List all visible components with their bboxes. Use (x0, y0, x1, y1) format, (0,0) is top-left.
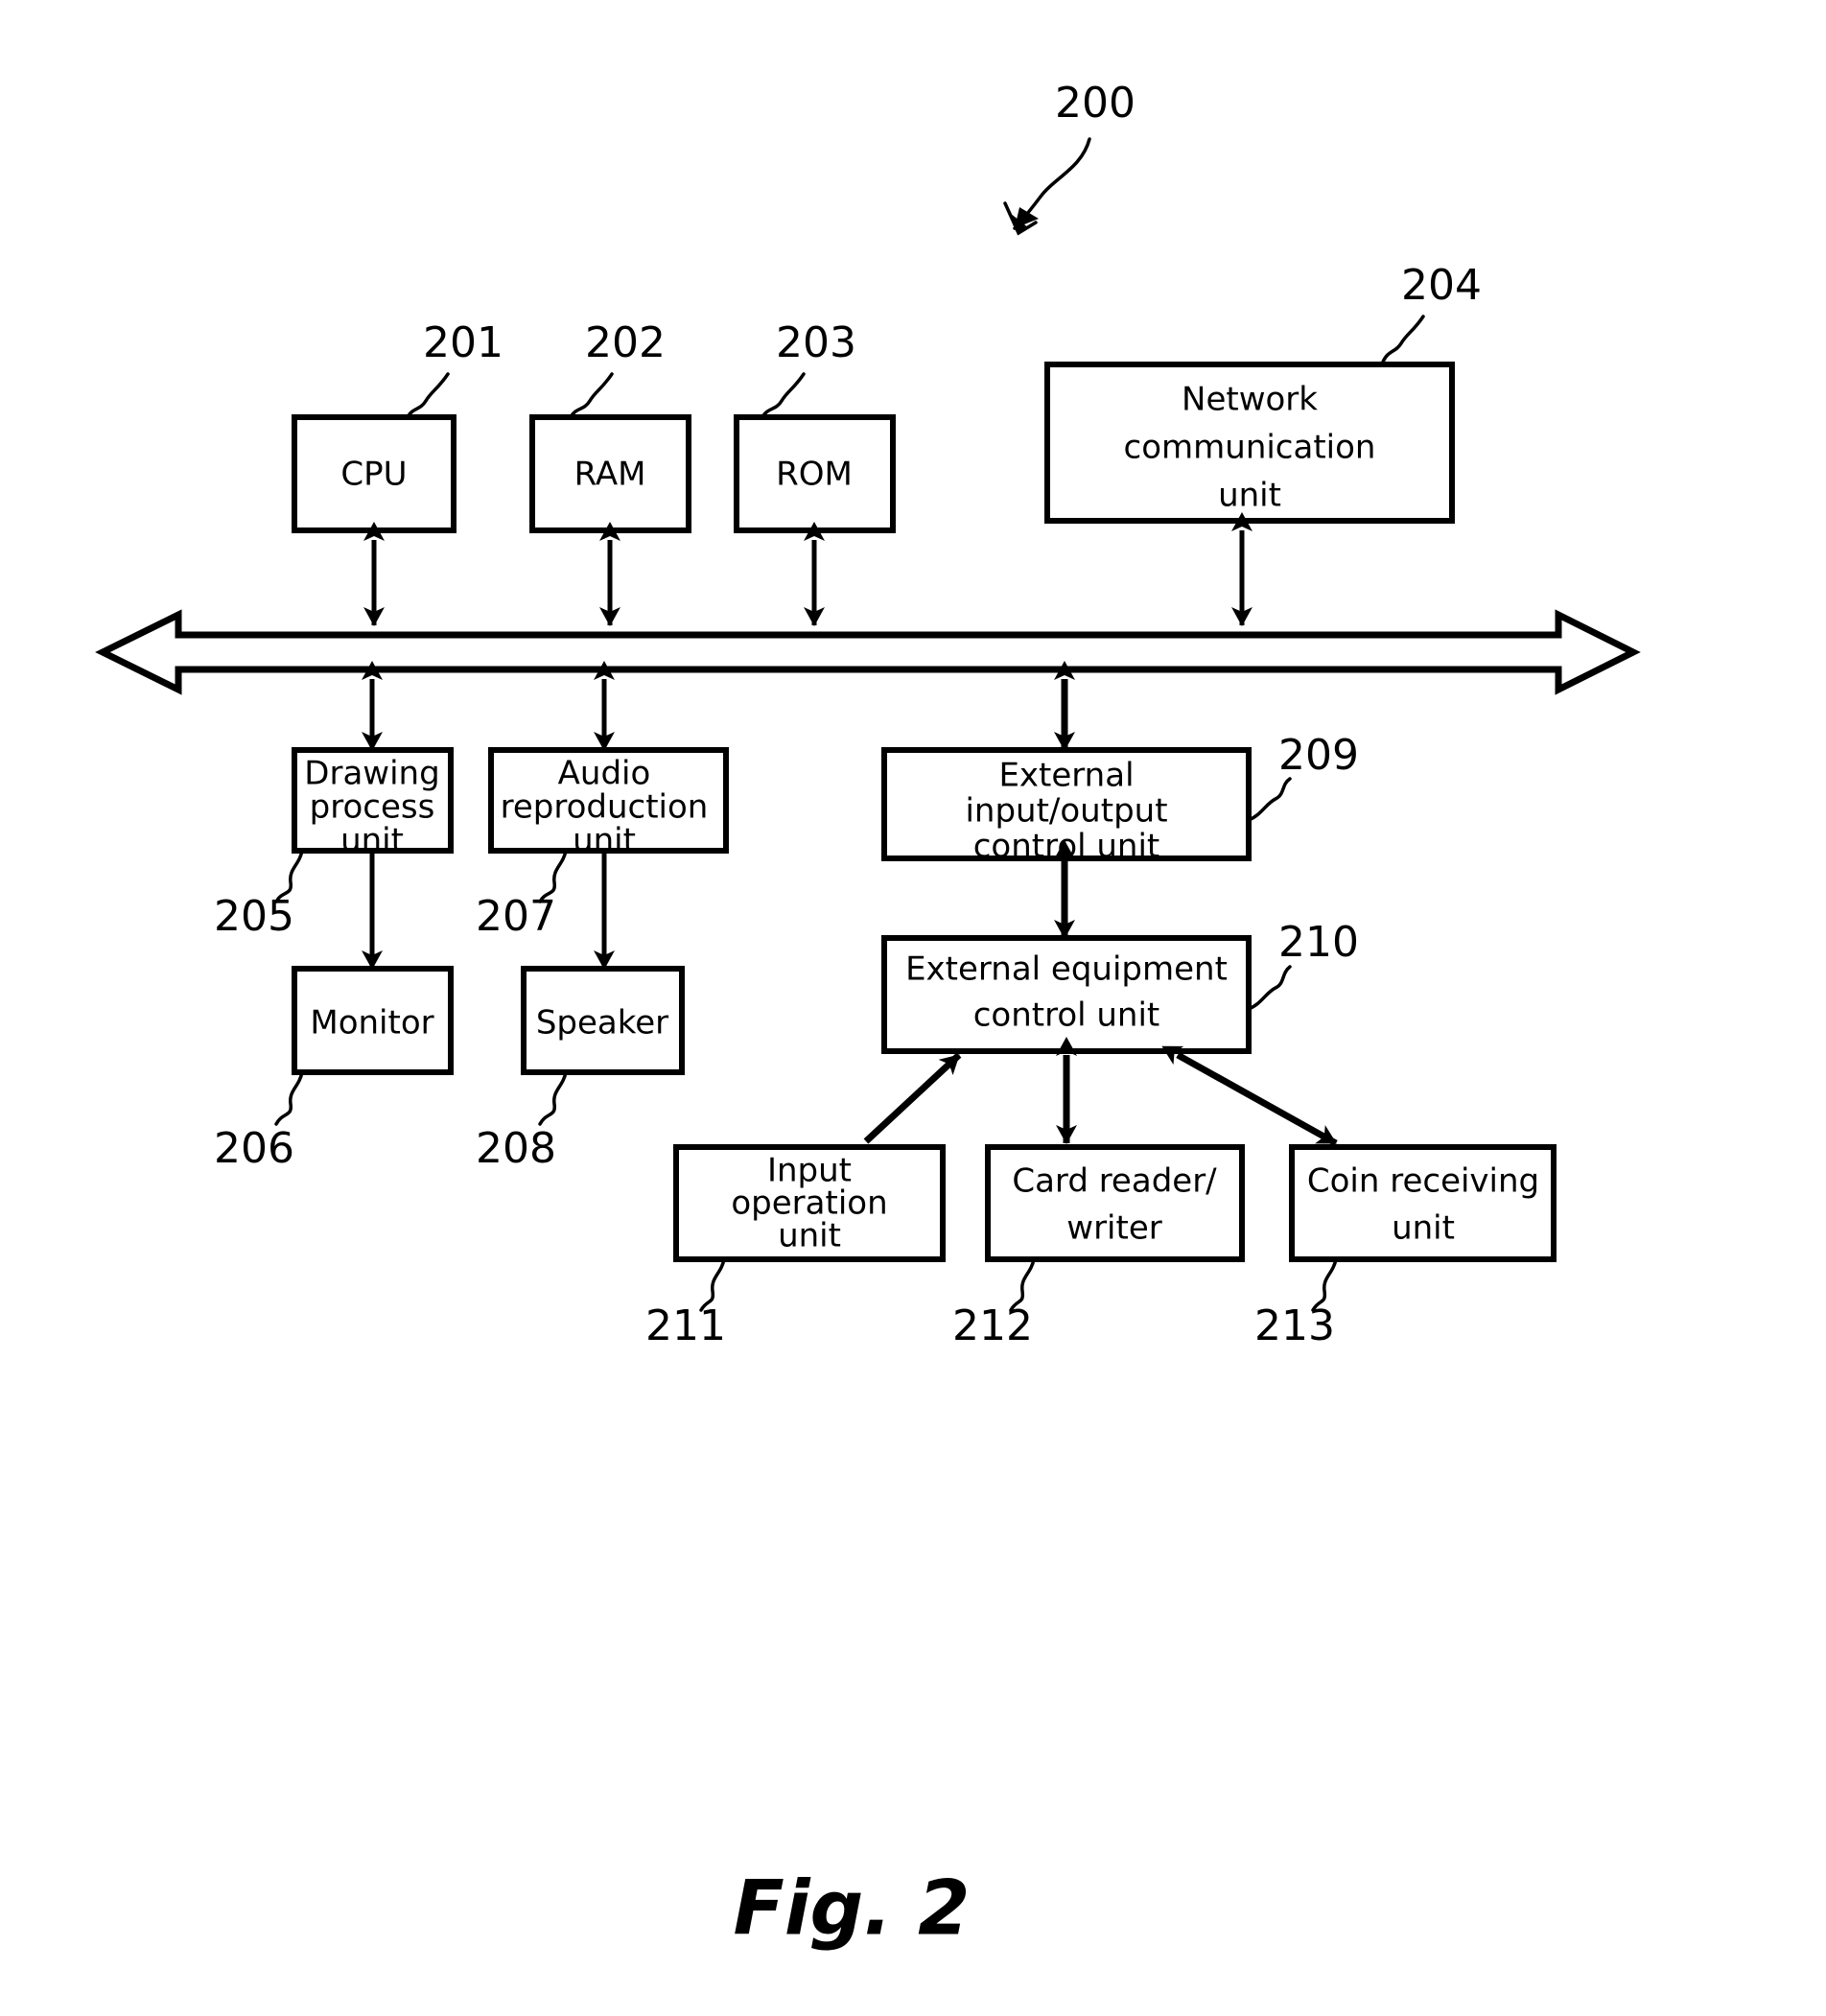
ref-204-leader (1380, 315, 1425, 366)
block-inputop-label-line3: unit (778, 1217, 841, 1255)
connector-inputop-extequip (863, 1052, 962, 1144)
block-input-operation-unit[interactable]: Input operation unit (673, 1144, 946, 1262)
block-drawing-label-line1: Drawing (304, 755, 439, 793)
ref-label-203: 203 (776, 318, 856, 367)
ref-label-211: 211 (645, 1301, 726, 1350)
block-coin-label-line2: unit (1392, 1209, 1455, 1248)
ref-callout-207: 207 (476, 849, 568, 941)
ref-label-208: 208 (476, 1124, 556, 1173)
ref-label-204: 204 (1401, 261, 1482, 310)
ref-callout-210: 210 (1247, 918, 1359, 1011)
block-drawing-process-unit[interactable]: Drawing process unit (292, 747, 454, 860)
ref-callout-211: 211 (645, 1257, 726, 1350)
block-cardreader-label-line1: Card reader/ (1012, 1162, 1217, 1201)
block-extio-label-line1: External (998, 757, 1134, 795)
connectors-extequip-devices (863, 1037, 1338, 1147)
ref-202-leader (569, 372, 614, 419)
figure-caption: Fig. 2 (734, 1865, 971, 1952)
block-audio-label-line1: Audio (558, 755, 651, 793)
block-cpu[interactable]: CPU (292, 414, 456, 533)
ref-label-200: 200 (1055, 79, 1135, 128)
ref-label-202: 202 (585, 318, 666, 367)
connector-extequip-coin (1161, 1045, 1338, 1147)
ref-callout-203: 203 (761, 318, 856, 419)
ref-label-209: 209 (1278, 731, 1359, 780)
block-network-label-line2: communication (1124, 429, 1376, 467)
system-bus-arrow (95, 609, 1641, 695)
block-extio-label-line2: input/output (965, 792, 1167, 831)
ref-label-206: 206 (214, 1124, 294, 1173)
ref-callout-208: 208 (476, 1070, 568, 1173)
block-diagram: 200 CPU 201 RAM 202 ROM 203 Network comm… (95, 79, 1641, 1952)
block-extequip-label-line1: External equipment (905, 950, 1228, 989)
ref-callout-201: 201 (406, 318, 503, 419)
block-network-label-line3: unit (1218, 477, 1281, 515)
ref-label-210: 210 (1278, 918, 1359, 967)
ref-201-leader (406, 372, 450, 419)
ref-callout-202: 202 (569, 318, 666, 419)
ref-label-212: 212 (952, 1301, 1033, 1350)
ref-208-leader (538, 1070, 568, 1126)
block-audio-reproduction-unit[interactable]: Audio reproduction unit (488, 747, 729, 860)
ref-206-leader (274, 1070, 304, 1126)
ref-callout-206: 206 (214, 1070, 304, 1173)
patent-figure-page: 200 CPU 201 RAM 202 ROM 203 Network comm… (0, 0, 1826, 2016)
ref-label-205: 205 (214, 892, 294, 941)
ref-callout-205: 205 (214, 849, 304, 941)
block-cpu-label: CPU (340, 456, 407, 494)
block-cardreader-label-line2: writer (1066, 1209, 1161, 1248)
bus-connectors-top (363, 512, 1252, 626)
block-card-reader-writer[interactable]: Card reader/ writer (985, 1144, 1245, 1262)
block-external-equipment-control-unit[interactable]: External equipment control unit (881, 935, 1252, 1054)
block-speaker[interactable]: Speaker (521, 966, 685, 1075)
ref-label-213: 213 (1254, 1301, 1335, 1350)
ref-label-207: 207 (476, 892, 556, 941)
ref-209-leader (1247, 777, 1292, 822)
block-network-communication-unit[interactable]: Network communication unit (1044, 362, 1455, 524)
ref-label-201: 201 (423, 318, 503, 367)
system-reference-callout: 200 (1003, 79, 1135, 236)
block-extequip-label-line2: control unit (973, 996, 1160, 1035)
ref-203-leader (761, 372, 806, 419)
block-audio-label-line2: reproduction (501, 788, 709, 827)
block-network-label-line1: Network (1182, 381, 1318, 419)
ref-callout-213: 213 (1254, 1257, 1338, 1350)
block-coin-label-line1: Coin receiving (1307, 1162, 1539, 1201)
block-monitor[interactable]: Monitor (292, 966, 454, 1075)
block-monitor-label: Monitor (310, 1004, 433, 1043)
block-ram-label: RAM (574, 456, 646, 494)
block-drawing-label-line2: process (310, 788, 435, 827)
block-external-io-control-unit[interactable]: External input/output control unit (881, 747, 1252, 866)
bus-connectors-bottom (362, 661, 1075, 751)
ref-callout-212: 212 (952, 1257, 1036, 1350)
system-bus (95, 609, 1641, 695)
block-rom[interactable]: ROM (734, 414, 896, 533)
ref-callout-204: 204 (1380, 261, 1482, 366)
ref-callout-209: 209 (1247, 731, 1359, 822)
block-rom-label: ROM (776, 456, 853, 494)
block-ram[interactable]: RAM (529, 414, 691, 533)
block-speaker-label: Speaker (536, 1004, 668, 1043)
block-coin-receiving-unit[interactable]: Coin receiving unit (1289, 1144, 1557, 1262)
ref-210-leader (1247, 965, 1292, 1011)
